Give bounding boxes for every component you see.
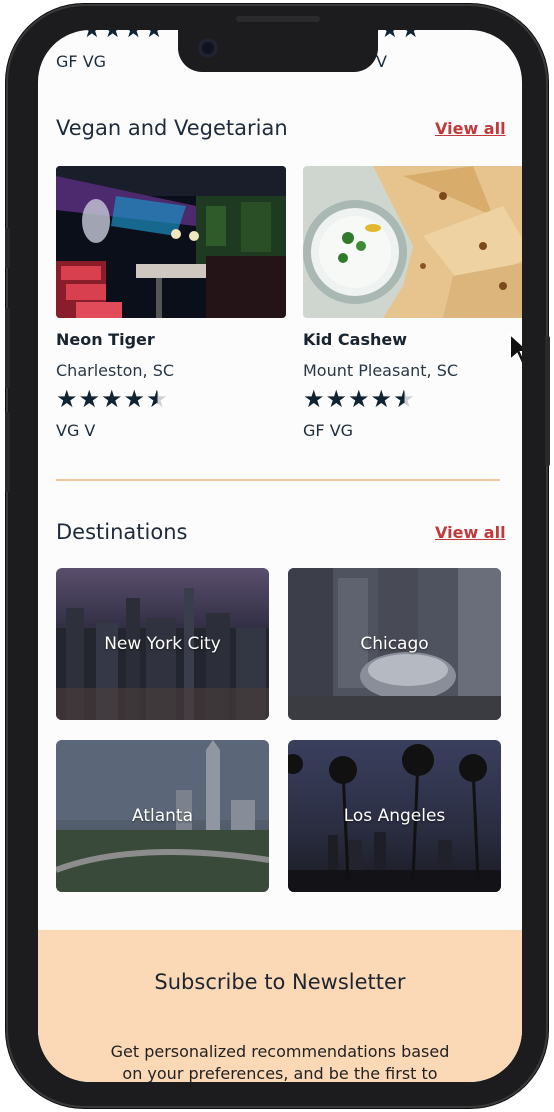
restaurant-name[interactable]: Kid Cashew bbox=[303, 330, 407, 349]
half-star-icon: ★ bbox=[393, 385, 416, 413]
destination-card-atlanta[interactable]: Atlanta bbox=[56, 740, 269, 892]
destination-card-chicago[interactable]: Chicago bbox=[288, 568, 501, 720]
restaurant-location: Mount Pleasant, SC bbox=[303, 361, 459, 380]
star-icon: ★ bbox=[78, 385, 102, 413]
volume-down-button bbox=[5, 412, 10, 492]
newsletter-line: Get personalized recommendations based bbox=[110, 1042, 450, 1061]
destination-label: Chicago bbox=[360, 634, 429, 654]
half-star-icon: ★ bbox=[146, 385, 169, 413]
restaurant-card-image[interactable] bbox=[56, 166, 286, 318]
phone-notch bbox=[178, 16, 378, 72]
mute-switch bbox=[5, 228, 10, 268]
restaurant-tags: VG V bbox=[56, 421, 96, 440]
destination-label: Los Angeles bbox=[343, 806, 446, 826]
newsletter-line: on your preferences, and be the first to bbox=[122, 1064, 438, 1082]
camera-icon bbox=[198, 38, 218, 58]
star-icon: ★ bbox=[325, 385, 349, 413]
neon-tiger-photo bbox=[56, 166, 286, 318]
star-icon: ★ bbox=[56, 385, 79, 413]
restaurant-rating: ★★★★★ bbox=[303, 385, 416, 413]
star-icon: ★ bbox=[123, 385, 147, 413]
restaurant-location: Charleston, SC bbox=[56, 361, 175, 380]
destination-label: Atlanta bbox=[132, 806, 193, 826]
vegan-section-title: Vegan and Vegetarian bbox=[56, 116, 288, 140]
destination-label: New York City bbox=[104, 634, 221, 654]
partial-tags-right: V bbox=[376, 52, 387, 71]
vegan-view-all-link[interactable]: View all bbox=[435, 119, 506, 138]
restaurant-tags: GF VG bbox=[303, 421, 354, 440]
star-icon: ★ bbox=[370, 385, 394, 413]
newsletter-title: Subscribe to Newsletter bbox=[154, 970, 406, 994]
app-screen: ★★★★ GF VG ★★ V Vegan and Vegetarian Vie… bbox=[38, 30, 522, 1082]
star-icon: ★ bbox=[348, 385, 371, 413]
newsletter-description: Get personalized recommendations based o… bbox=[38, 1041, 522, 1082]
kid-cashew-photo bbox=[303, 166, 522, 318]
destination-card-new-york[interactable]: New York City bbox=[56, 568, 269, 720]
newsletter-section: Subscribe to Newsletter Get personalized… bbox=[38, 930, 522, 1082]
restaurant-name[interactable]: Neon Tiger bbox=[56, 330, 155, 349]
section-divider bbox=[56, 479, 500, 481]
partial-tags-left: GF VG bbox=[56, 52, 107, 71]
restaurant-rating: ★★★★★ bbox=[56, 385, 169, 413]
volume-up-button bbox=[5, 308, 10, 388]
destination-card-los-angeles[interactable]: Los Angeles bbox=[288, 740, 501, 892]
power-button bbox=[545, 336, 550, 466]
star-icon: ★ bbox=[303, 385, 326, 413]
destinations-section-title: Destinations bbox=[56, 520, 188, 544]
partial-rating-left: ★★★★ bbox=[82, 30, 165, 43]
destinations-view-all-link[interactable]: View all bbox=[435, 523, 506, 542]
partial-rating-right: ★★ bbox=[380, 30, 422, 43]
cursor-icon bbox=[509, 332, 522, 367]
restaurant-card-image[interactable] bbox=[303, 166, 522, 318]
speaker-grille bbox=[236, 16, 320, 22]
star-icon: ★ bbox=[101, 385, 124, 413]
